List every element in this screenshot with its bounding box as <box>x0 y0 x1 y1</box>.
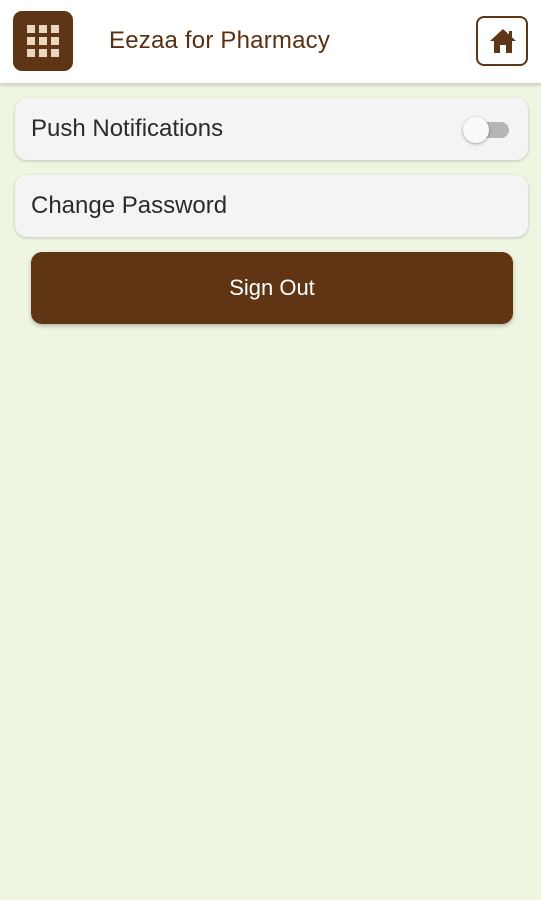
sign-out-button[interactable]: Sign Out <box>31 252 513 324</box>
app-title: Eezaa for Pharmacy <box>109 27 331 54</box>
toggle-thumb <box>463 117 489 143</box>
change-password-label: Change Password <box>31 192 228 219</box>
push-notifications-row: Push Notifications <box>15 98 528 160</box>
grid-icon <box>27 25 59 57</box>
home-icon <box>490 29 516 53</box>
app-bar: Eezaa for Pharmacy <box>0 0 541 83</box>
push-notifications-label: Push Notifications <box>31 115 224 142</box>
push-notifications-toggle[interactable] <box>463 117 511 143</box>
home-button[interactable] <box>476 16 528 66</box>
menu-button[interactable] <box>13 11 73 71</box>
change-password-row[interactable]: Change Password <box>15 175 528 237</box>
